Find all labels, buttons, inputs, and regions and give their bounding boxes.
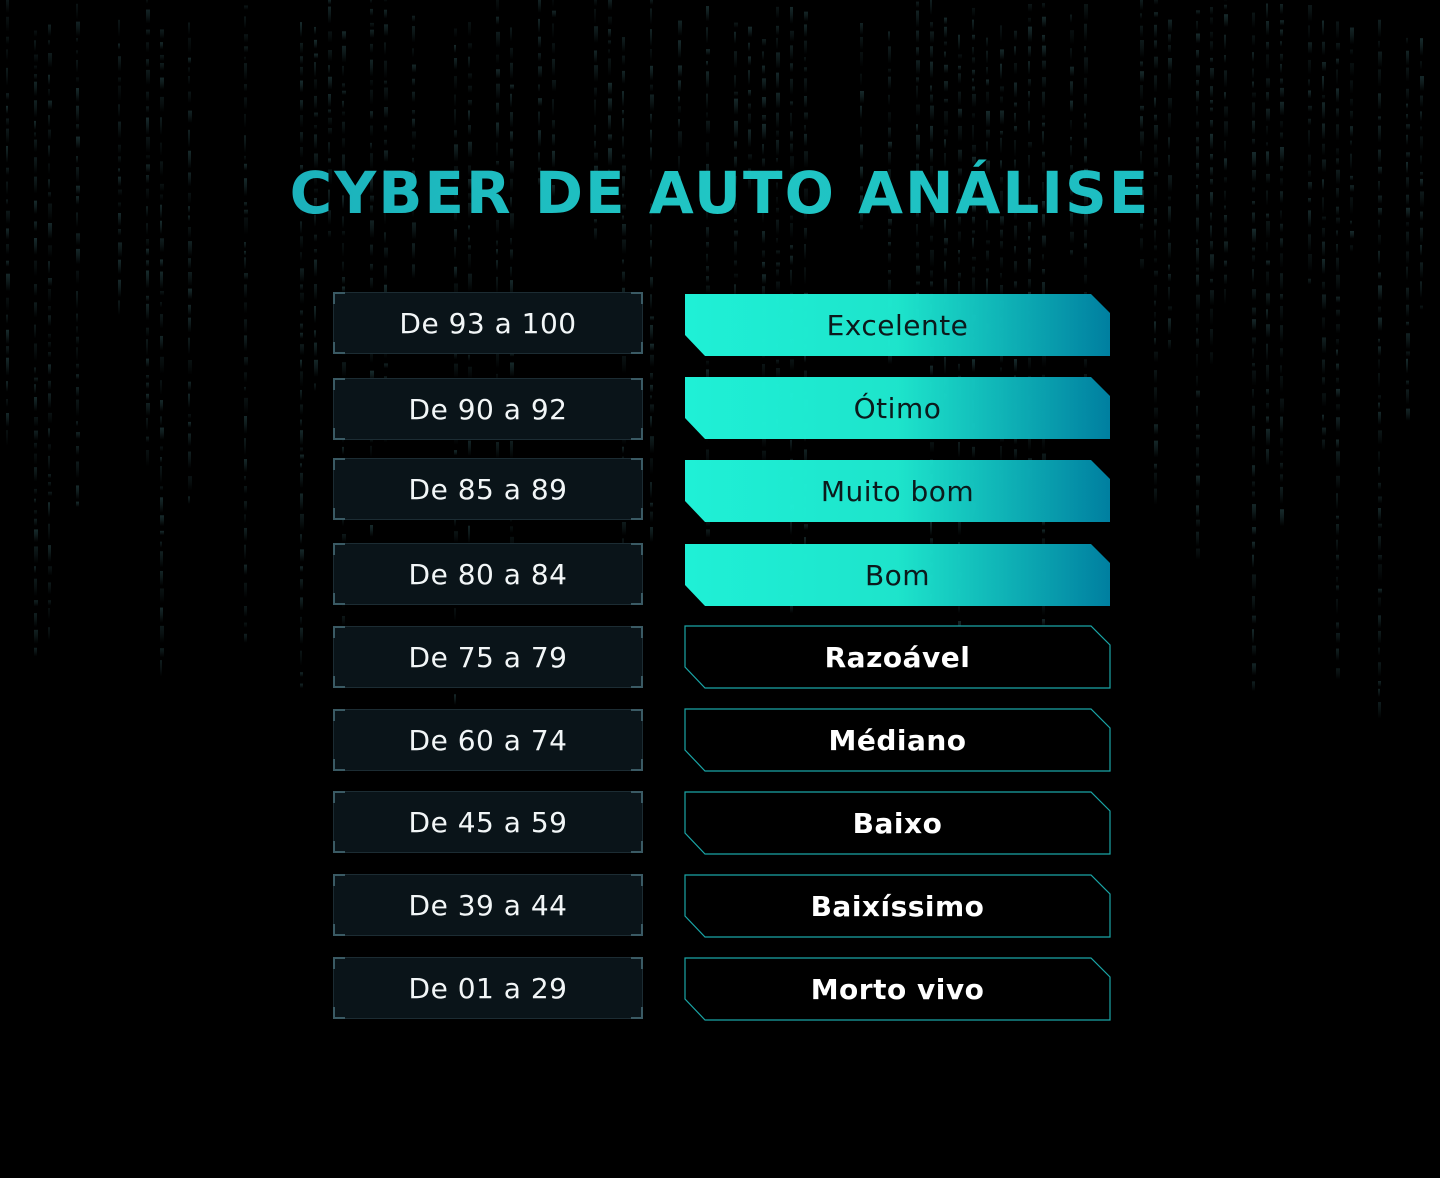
- score-range-text: De 60 a 74: [408, 723, 568, 757]
- rating-label: Baixíssimo: [810, 889, 985, 923]
- rating-badge: Baixo: [684, 791, 1111, 855]
- score-range-text: De 80 a 84: [408, 557, 568, 591]
- rating-badge-highlighted: Ótimo: [684, 376, 1111, 440]
- score-range-text: De 39 a 44: [408, 888, 568, 922]
- rating-badge: Razoável: [684, 625, 1111, 689]
- score-range-box: De 01 a 29: [333, 957, 643, 1019]
- corner-bracket: [631, 759, 643, 771]
- rating-label: Bom: [864, 558, 931, 592]
- corner-bracket: [333, 342, 345, 354]
- score-range-text: De 45 a 59: [408, 805, 568, 839]
- corner-bracket: [631, 342, 643, 354]
- score-range-text: De 93 a 100: [399, 306, 577, 340]
- corner-bracket: [631, 292, 643, 304]
- corner-bracket: [631, 593, 643, 605]
- corner-bracket: [333, 508, 345, 520]
- score-range-box: De 93 a 100: [333, 292, 643, 354]
- rating-label: Excelente: [826, 308, 969, 342]
- corner-bracket: [333, 378, 345, 390]
- corner-bracket: [631, 458, 643, 470]
- rating-badge: Morto vivo: [684, 957, 1111, 1021]
- corner-bracket: [333, 676, 345, 688]
- corner-bracket: [631, 874, 643, 886]
- rating-badge-highlighted: Excelente: [684, 293, 1111, 357]
- corner-bracket: [631, 543, 643, 555]
- score-range-box: De 90 a 92: [333, 378, 643, 440]
- corner-bracket: [631, 626, 643, 638]
- corner-bracket: [631, 709, 643, 721]
- rating-badge: Médiano: [684, 708, 1111, 772]
- corner-bracket: [333, 593, 345, 605]
- rating-label: Baixo: [852, 806, 943, 840]
- score-range-box: De 85 a 89: [333, 458, 643, 520]
- rating-badge-highlighted: Muito bom: [684, 459, 1111, 523]
- rating-label: Morto vivo: [810, 972, 985, 1006]
- corner-bracket: [333, 292, 345, 304]
- score-range-box: De 39 a 44: [333, 874, 643, 936]
- corner-bracket: [333, 709, 345, 721]
- rating-badge: Baixíssimo: [684, 874, 1111, 938]
- corner-bracket: [631, 791, 643, 803]
- corner-bracket: [333, 1007, 345, 1019]
- corner-bracket: [333, 874, 345, 886]
- corner-bracket: [333, 957, 345, 969]
- corner-bracket: [631, 676, 643, 688]
- score-range-text: De 75 a 79: [408, 640, 568, 674]
- rating-badge-highlighted: Bom: [684, 543, 1111, 607]
- corner-bracket: [631, 924, 643, 936]
- corner-bracket: [631, 841, 643, 853]
- score-range-text: De 85 a 89: [408, 472, 568, 506]
- corner-bracket: [333, 924, 345, 936]
- score-range-box: De 60 a 74: [333, 709, 643, 771]
- corner-bracket: [631, 378, 643, 390]
- score-range-text: De 01 a 29: [408, 971, 568, 1005]
- corner-bracket: [631, 957, 643, 969]
- rating-label: Ótimo: [853, 391, 942, 425]
- score-table: De 93 a 100 Excelente De 90 a 92 Ótimo De 85…: [0, 0, 1440, 1178]
- corner-bracket: [631, 428, 643, 440]
- corner-bracket: [333, 458, 345, 470]
- score-range-box: De 45 a 59: [333, 791, 643, 853]
- rating-label: Médiano: [828, 723, 967, 757]
- score-range-box: De 75 a 79: [333, 626, 643, 688]
- score-range-text: De 90 a 92: [408, 392, 568, 426]
- corner-bracket: [333, 428, 345, 440]
- corner-bracket: [333, 791, 345, 803]
- corner-bracket: [631, 1007, 643, 1019]
- corner-bracket: [333, 543, 345, 555]
- corner-bracket: [631, 508, 643, 520]
- rating-label: Razoável: [824, 640, 971, 674]
- rating-label: Muito bom: [820, 474, 975, 508]
- corner-bracket: [333, 841, 345, 853]
- score-range-box: De 80 a 84: [333, 543, 643, 605]
- corner-bracket: [333, 626, 345, 638]
- corner-bracket: [333, 759, 345, 771]
